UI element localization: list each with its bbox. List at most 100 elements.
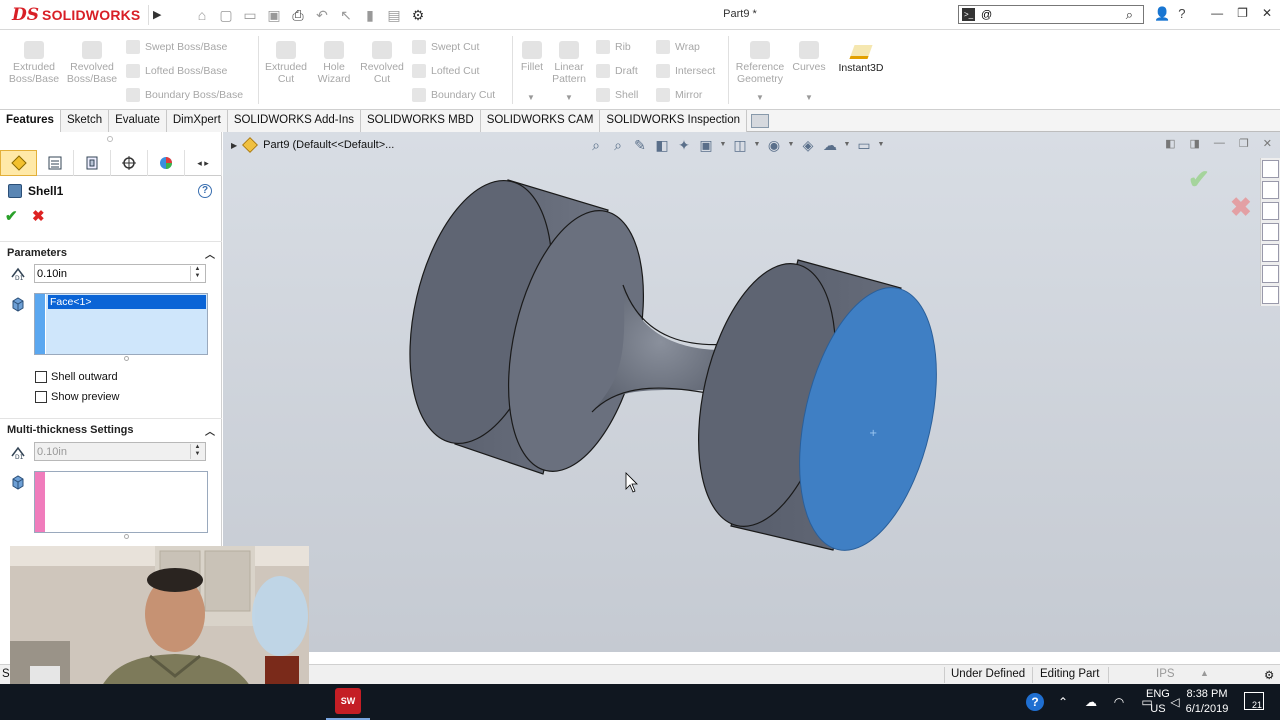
curves-button[interactable]: Curves: [784, 41, 834, 73]
tab-more-arrows-icon[interactable]: ◂ ▸: [185, 150, 222, 176]
confirm-ok-corner-icon[interactable]: ✔: [1188, 164, 1210, 195]
shell-button[interactable]: Shell: [596, 87, 638, 103]
wifi-icon[interactable]: ◠: [1110, 693, 1128, 711]
new-document-icon[interactable]: ▢: [216, 5, 236, 25]
forum-icon[interactable]: [1262, 286, 1279, 304]
search-input[interactable]: [981, 7, 1111, 22]
print-icon[interactable]: ⎙: [288, 5, 308, 25]
user-icon[interactable]: 👤: [1154, 6, 1170, 22]
linear-pattern-button[interactable]: Linear Pattern: [543, 41, 595, 85]
spin-arrows-icon[interactable]: ▲ ▼: [190, 444, 204, 459]
graphics-area[interactable]: ▶ Part9 (Default<<Default>... ⌕ ⌕ ✎ ◧ ✦ …: [223, 132, 1280, 652]
units-caret-icon[interactable]: ▲: [1200, 668, 1209, 678]
parameters-group-header[interactable]: Parameters ︿: [0, 241, 222, 263]
collapse-chevron-up-icon[interactable]: ︿: [205, 423, 215, 438]
tab-feature-manager[interactable]: [0, 150, 37, 176]
tab-cam[interactable]: SOLIDWORKS CAM: [480, 110, 601, 132]
shell-outward-checkbox[interactable]: Shell outward: [35, 371, 118, 383]
tab-mbd[interactable]: SOLIDWORKS MBD: [360, 110, 481, 132]
swept-cut-button[interactable]: Swept Cut: [412, 39, 479, 55]
tab-display-manager[interactable]: [148, 150, 185, 176]
restore-icon[interactable]: ❐: [1237, 6, 1248, 20]
checkbox-icon[interactable]: [35, 371, 47, 383]
tab-inspection[interactable]: SOLIDWORKS Inspection: [600, 110, 747, 132]
file-properties-icon[interactable]: ▤: [384, 5, 404, 25]
tab-features[interactable]: Features: [0, 110, 61, 132]
reference-geometry-dropdown-icon[interactable]: ▼: [756, 93, 764, 102]
tab-configuration-manager[interactable]: [74, 150, 111, 176]
list-item[interactable]: Face<1>: [48, 295, 206, 309]
checkbox-icon[interactable]: [35, 391, 47, 403]
rebuild-icon[interactable]: ▮: [360, 5, 380, 25]
search-commands-box[interactable]: >_ ⌕: [958, 5, 1144, 24]
extruded-cut-button[interactable]: Extruded Cut: [260, 41, 312, 85]
lofted-cut-button[interactable]: Lofted Cut: [412, 63, 479, 79]
cancel-x-icon[interactable]: ✖: [32, 207, 45, 225]
help-icon[interactable]: ?: [198, 184, 212, 198]
collapse-chevron-up-icon[interactable]: ︿: [205, 246, 215, 261]
solidworks-resources-icon[interactable]: [1262, 160, 1279, 178]
pattern-dropdown-icon[interactable]: ▼: [565, 93, 573, 102]
custom-properties-icon[interactable]: [1262, 265, 1279, 283]
help-tray-icon[interactable]: ?: [1026, 693, 1044, 711]
input-language-indicator[interactable]: ENG US: [1146, 687, 1170, 717]
wrap-button[interactable]: Wrap: [656, 39, 700, 55]
search-icon[interactable]: ⌕: [1126, 7, 1133, 23]
undo-icon[interactable]: ↶: [312, 5, 332, 25]
tab-evaluate[interactable]: Evaluate: [109, 110, 167, 132]
intersect-button[interactable]: Intersect: [656, 63, 715, 79]
part-model-render[interactable]: +: [223, 132, 1280, 652]
design-library-icon[interactable]: [1262, 181, 1279, 199]
multi-thickness-group-header[interactable]: Multi-thickness Settings ︿: [0, 418, 222, 440]
panel-grip-icon[interactable]: [107, 136, 113, 142]
fillet-dropdown-icon[interactable]: ▼: [527, 93, 535, 102]
mirror-button[interactable]: Mirror: [656, 87, 702, 103]
solidworks-logo[interactable]: DS SOLIDWORKS: [12, 5, 140, 25]
list-resize-handle-icon[interactable]: [124, 356, 129, 361]
confirm-cancel-corner-icon[interactable]: ✖: [1230, 192, 1252, 223]
solidworks-taskbar-icon[interactable]: SW 2018: [335, 688, 361, 714]
lofted-boss-button[interactable]: Lofted Boss/Base: [126, 63, 227, 79]
show-preview-checkbox[interactable]: Show preview: [35, 391, 119, 403]
swept-boss-button[interactable]: Swept Boss/Base: [126, 39, 227, 55]
thickness-spinbox[interactable]: ▲▼: [34, 264, 206, 283]
faces-to-remove-list[interactable]: Face<1>: [34, 293, 208, 355]
tab-addins[interactable]: SOLIDWORKS Add-Ins: [227, 110, 361, 132]
ok-checkmark-icon[interactable]: ✔: [5, 207, 18, 225]
tab-options-icon[interactable]: [750, 114, 769, 128]
onedrive-cloud-icon[interactable]: ☁: [1082, 693, 1100, 711]
multi-thickness-faces-list[interactable]: [34, 471, 208, 533]
view-palette-icon[interactable]: [1262, 223, 1279, 241]
notification-center-icon[interactable]: 21: [1244, 692, 1264, 710]
thickness-input[interactable]: [35, 265, 185, 282]
curves-dropdown-icon[interactable]: ▼: [805, 93, 813, 102]
units-selector[interactable]: IPS: [1156, 668, 1175, 680]
tab-dimxpert-manager[interactable]: [111, 150, 148, 176]
help-question-icon[interactable]: ?: [1178, 6, 1185, 22]
options-gear-icon[interactable]: ⚙: [408, 5, 428, 25]
file-explorer-icon[interactable]: [1262, 202, 1279, 220]
customize-status-icon[interactable]: ⚙: [1264, 668, 1274, 682]
multi-thickness-spinbox[interactable]: ▲▼: [34, 442, 206, 461]
boundary-boss-button[interactable]: Boundary Boss/Base: [126, 87, 243, 103]
tab-sketch[interactable]: Sketch: [60, 110, 110, 132]
boundary-cut-button[interactable]: Boundary Cut: [412, 87, 495, 103]
open-folder-icon[interactable]: ▭: [240, 5, 260, 25]
reference-geometry-button[interactable]: Reference Geometry: [733, 41, 787, 85]
revolved-boss-button[interactable]: Revolved Boss/Base: [66, 41, 118, 85]
revolved-cut-button[interactable]: Revolved Cut: [356, 41, 408, 85]
appearances-icon[interactable]: [1262, 244, 1279, 262]
spin-arrows-icon[interactable]: ▲ ▼: [190, 266, 204, 281]
rib-button[interactable]: Rib: [596, 39, 631, 55]
save-icon[interactable]: ▣: [264, 5, 284, 25]
close-icon[interactable]: ✕: [1262, 6, 1272, 20]
hole-wizard-button[interactable]: Hole Wizard: [308, 41, 360, 85]
draft-button[interactable]: Draft: [596, 63, 638, 79]
tab-dimxpert[interactable]: DimXpert: [166, 110, 228, 132]
multi-thickness-input[interactable]: [35, 443, 185, 460]
menu-flyout-arrow-icon[interactable]: ▶: [148, 5, 164, 25]
system-clock[interactable]: 8:38 PM 6/1/2019: [1182, 687, 1232, 717]
show-hidden-icons-icon[interactable]: ⌃: [1054, 693, 1072, 711]
instant3d-button[interactable]: Instant3D: [832, 45, 890, 74]
home-icon[interactable]: ⌂: [192, 5, 212, 25]
